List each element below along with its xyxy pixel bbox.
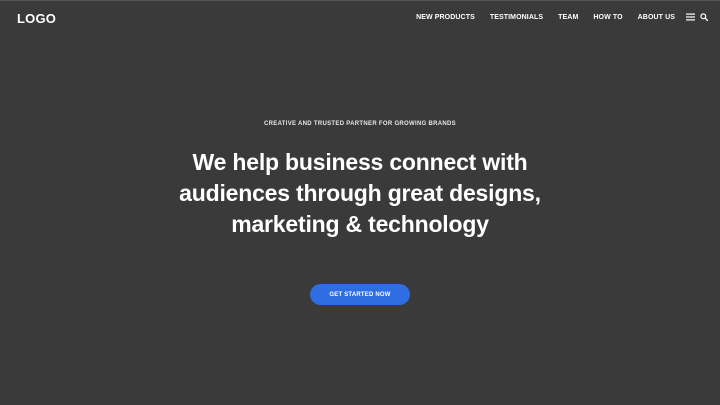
nav-team[interactable]: TEAM (558, 14, 578, 21)
hero-section: CREATIVE AND TRUSTED PARTNER FOR GROWING… (0, 121, 720, 240)
hero-tagline: CREATIVE AND TRUSTED PARTNER FOR GROWING… (264, 121, 456, 127)
nav-how-to[interactable]: HOW TO (593, 14, 622, 21)
nav-about-us[interactable]: ABOUT US (638, 14, 675, 21)
search-icon[interactable] (700, 13, 708, 21)
nav-new-products[interactable]: NEW PRODUCTS (416, 14, 475, 21)
main-nav: NEW PRODUCTS TESTIMONIALS TEAM HOW TO AB… (401, 13, 708, 21)
landing-page: LOGO NEW PRODUCTS TESTIMONIALS TEAM HOW … (0, 0, 720, 405)
get-started-button[interactable]: GET STARTED NOW (310, 284, 410, 305)
menu-icon[interactable] (686, 13, 695, 21)
nav-testimonials[interactable]: TESTIMONIALS (490, 14, 543, 21)
hero-headline: We help business connect with audiences … (179, 149, 541, 237)
logo[interactable]: LOGO (17, 11, 56, 26)
